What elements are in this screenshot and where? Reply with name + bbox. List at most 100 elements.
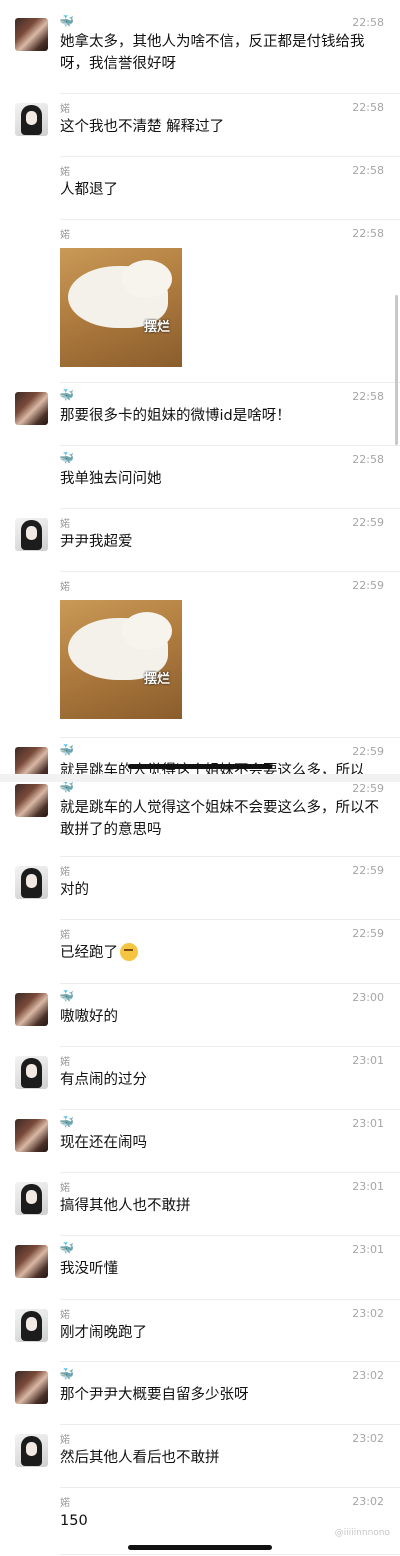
avatar-ruo[interactable]: [15, 866, 48, 899]
timestamp: 22:59: [352, 927, 384, 940]
timestamp: 23:00: [352, 991, 384, 1004]
message-text-content: 对的: [60, 882, 89, 898]
timestamp: 22:58: [352, 164, 384, 177]
message-text: 嗷嗷好的: [60, 1006, 385, 1028]
message-text-content: 人都退了: [60, 182, 118, 198]
timestamp: 22:59: [352, 579, 384, 592]
message-text-content: 搞得其他人也不敢拼: [60, 1198, 191, 1214]
timestamp: 23:02: [352, 1495, 384, 1508]
cat-head-shape: [122, 612, 172, 650]
message-text-content: 我没听懂: [60, 1261, 118, 1277]
scrollbar[interactable]: [395, 295, 398, 445]
avatar-whale-user[interactable]: [15, 993, 48, 1026]
sender-name: 婼: [60, 1057, 70, 1068]
message-divider: [60, 1046, 400, 1047]
grimace-emoji-icon: [120, 943, 138, 961]
whale-icon: 🐳: [59, 989, 74, 1003]
message-text-content: 就是跳车的人觉得这个姐妹不会要这么多，所以不敢拼了的意思吗: [60, 800, 379, 838]
sender-name: 婼: [60, 230, 70, 241]
watermark: @iiiiinnnono: [334, 1528, 390, 1538]
message-divider: [60, 983, 400, 984]
timestamp: 23:01: [352, 1117, 384, 1130]
message-divider: [60, 1299, 400, 1300]
sender-name: 婼: [60, 867, 70, 878]
timestamp: 22:59: [352, 782, 384, 795]
whale-icon: 🐳: [59, 14, 74, 28]
message-text-content: 那个尹尹大概要自留多少张呀: [60, 1387, 249, 1403]
message-divider: [60, 1109, 400, 1110]
message-text: 已经跑了: [60, 942, 385, 964]
message-divider: [60, 856, 400, 857]
message-text-content: 那要很多卡的姐妹的微博id是啥呀！: [60, 408, 291, 424]
whale-icon: 🐳: [59, 451, 74, 465]
timestamp: 23:01: [352, 1054, 384, 1067]
sender-name: 婼: [60, 519, 70, 530]
message-divider: [60, 1361, 400, 1362]
message-text-content: 尹尹我超爱: [60, 534, 133, 550]
cat-head-shape: [122, 260, 172, 298]
avatar-whale-user[interactable]: [15, 18, 48, 51]
message-text-content: 有点闹的过分: [60, 1072, 147, 1088]
whale-icon: 🐳: [59, 1241, 74, 1255]
message-text: 那要很多卡的姐妹的微博id是啥呀！: [60, 405, 385, 427]
timestamp: 22:59: [352, 864, 384, 877]
sticker-image[interactable]: 摆烂: [60, 600, 182, 719]
avatar-whale-user[interactable]: [15, 1119, 48, 1152]
sender-name: 婼: [60, 1310, 70, 1321]
timestamp: 22:58: [352, 390, 384, 403]
avatar-whale-user[interactable]: [15, 392, 48, 425]
message-text: 这个我也不清楚 解释过了: [60, 116, 385, 138]
message-text: 就是跳车的人觉得这个姐妹不会要这么多，所以不敢拼了的意思吗: [60, 797, 385, 841]
message-text: 对的: [60, 879, 385, 901]
message-text-content: 我单独去问问她: [60, 471, 162, 487]
avatar-ruo[interactable]: [15, 1056, 48, 1089]
message-text-content: 150: [60, 1513, 88, 1529]
message-text: 然后其他人看后也不敢拼: [60, 1447, 385, 1469]
message-text: 搞得其他人也不敢拼: [60, 1195, 385, 1217]
sender-name: 婼: [60, 167, 70, 178]
whale-icon: 🐳: [59, 1115, 74, 1129]
avatar-ruo[interactable]: [15, 103, 48, 136]
message-text-content: 然后其他人看后也不敢拼: [60, 1450, 220, 1466]
sender-name: 婼: [60, 930, 70, 941]
avatar-whale-user[interactable]: [15, 784, 48, 817]
message-divider: [60, 1172, 400, 1173]
home-indicator-bottom: [128, 1545, 272, 1550]
message-text-content: 她拿太多，其他人为啥不信，反正都是付钱给我呀，我信誉很好呀: [60, 34, 365, 72]
sender-name: 婼: [60, 1435, 70, 1446]
timestamp: 23:02: [352, 1307, 384, 1320]
avatar-ruo[interactable]: [15, 1182, 48, 1215]
message-divider: [60, 93, 400, 94]
message-text: 尹尹我超爱: [60, 531, 385, 553]
timestamp: 22:58: [352, 101, 384, 114]
timestamp: 22:58: [352, 227, 384, 240]
message-text: 现在还在闹吗: [60, 1132, 385, 1154]
avatar-ruo[interactable]: [15, 1309, 48, 1342]
message-divider: [60, 1554, 400, 1555]
avatar-ruo[interactable]: [15, 1434, 48, 1467]
sticker-image[interactable]: 摆烂: [60, 248, 182, 367]
message-divider: [60, 1424, 400, 1425]
message-divider: [60, 571, 400, 572]
message-divider: [60, 445, 400, 446]
avatar-whale-user[interactable]: [15, 1245, 48, 1278]
sticker-caption: 摆烂: [144, 672, 171, 687]
message-divider: [60, 382, 400, 383]
message-divider: [60, 1487, 400, 1488]
screenshot-seam: [0, 774, 400, 782]
sender-name: 婼: [60, 582, 70, 593]
timestamp: 22:59: [352, 516, 384, 529]
whale-icon: 🐳: [59, 780, 74, 794]
message-text: 我单独去问问她: [60, 468, 385, 490]
whale-icon: 🐳: [59, 743, 74, 757]
sender-name: 婼: [60, 1498, 70, 1509]
message-divider: [60, 919, 400, 920]
sender-name: 婼: [60, 104, 70, 115]
timestamp: 23:02: [352, 1369, 384, 1382]
message-text-content: 这个我也不清楚 解释过了: [60, 119, 225, 135]
avatar-ruo[interactable]: [15, 518, 48, 551]
whale-icon: 🐳: [59, 388, 74, 402]
sticker-caption: 摆烂: [144, 320, 171, 335]
avatar-whale-user[interactable]: [15, 1371, 48, 1404]
sender-name: 婼: [60, 1183, 70, 1194]
